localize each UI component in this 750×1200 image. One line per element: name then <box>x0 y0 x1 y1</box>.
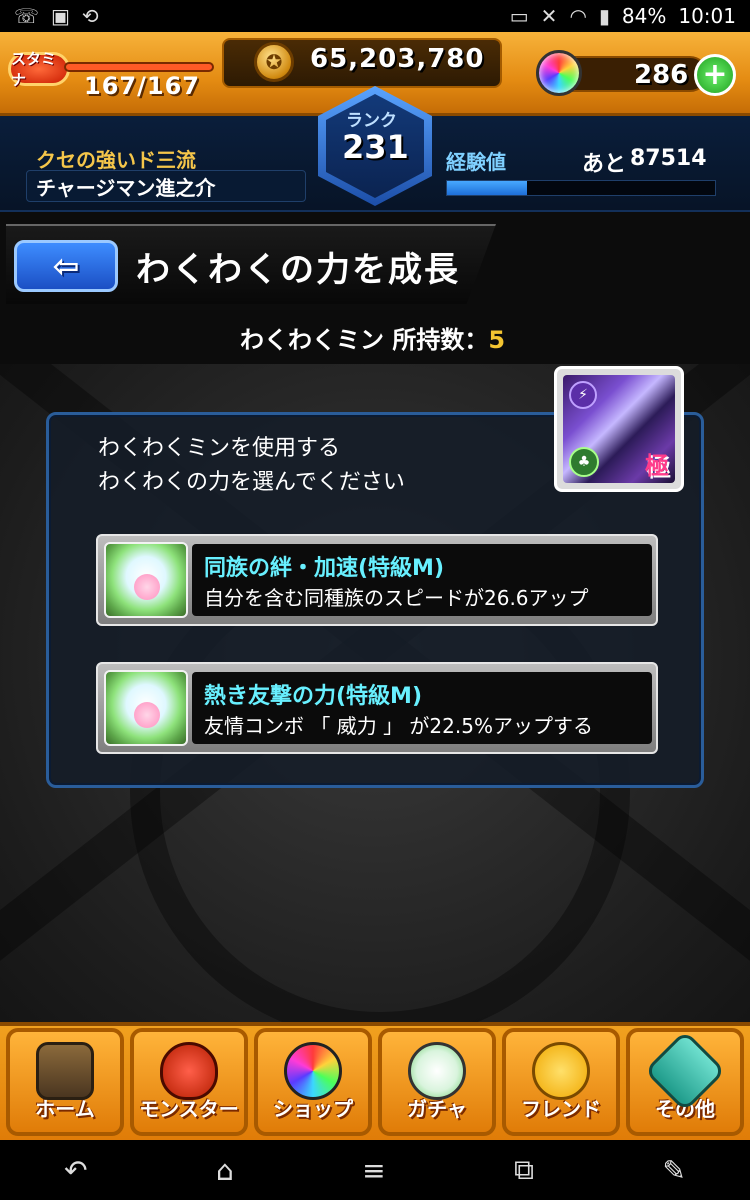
option-description: 自分を含む同種族のスピードが26.6アップ <box>204 586 589 610</box>
dialog-line-2: わくわくの力を選んでください <box>98 470 405 495</box>
screen-rotation-icon: ⟲ <box>81 4 99 28</box>
nav-friend[interactable]: フレンド <box>502 1028 620 1136</box>
player-title: クセの強いド三流 <box>36 148 196 172</box>
item-count: わくわくミン 所持数：5 <box>240 320 505 355</box>
exp-bar-fill <box>447 181 528 195</box>
option-card-2[interactable]: 熱き友撃の力(特級M) 友情コンボ 「 威力 」 が22.5%アップする <box>96 662 658 754</box>
nav-gacha[interactable]: ガチャ <box>378 1028 496 1136</box>
clock-text: 10:01 <box>678 4 736 28</box>
nav-monster[interactable]: モンスター <box>130 1028 248 1136</box>
vr-icon: ▭ <box>509 4 529 28</box>
rank-value: 231 <box>342 128 409 166</box>
gold-coin-icon: ✪ <box>254 42 294 82</box>
nav-home[interactable]: ホーム <box>6 1028 124 1136</box>
monster-rank-kanji: 極 <box>645 452 669 480</box>
stamina-bar <box>64 62 214 72</box>
recent-apps-icon[interactable]: ⧉ <box>514 1153 534 1187</box>
battery-text: 84% <box>621 4 667 28</box>
exp-remaining-label: あと <box>582 152 627 177</box>
exp-bar <box>446 180 716 196</box>
stamina-badge: スタミナ <box>8 50 70 89</box>
signal-icon: ▮ <box>598 4 610 28</box>
dialog-line-1: わくわくミンを使用する <box>98 436 341 461</box>
status-bar: ☏ ▣ ⟲ ▭ ✕ ◠ ▮ 84% 10:01 <box>0 0 750 32</box>
orb-count: 286 <box>634 60 689 90</box>
buy-orb-button[interactable]: + <box>694 54 736 96</box>
menu-icon[interactable]: ≡ <box>362 1154 385 1187</box>
orb-icon[interactable] <box>536 50 582 96</box>
player-name: チャージマン進之介 <box>36 176 216 200</box>
home-icon[interactable]: ⌂ <box>216 1154 234 1187</box>
item-count-label: わくわくミン 所持数： <box>240 326 489 354</box>
stamina-label: スタミナ <box>11 50 57 89</box>
mute-icon: ✕ <box>540 4 558 28</box>
wifi-icon: ◠ <box>569 4 587 28</box>
edit-icon[interactable]: ✎ <box>662 1154 685 1187</box>
wakuwakumin-icon <box>104 670 188 746</box>
option-title: 同族の絆・加速(特級M) <box>204 556 445 581</box>
option-card-1[interactable]: 同族の絆・加速(特級M) 自分を含む同種族のスピードが26.6アップ <box>96 534 658 626</box>
wakuwakumin-icon <box>104 542 188 618</box>
friend-icon <box>532 1042 590 1100</box>
orb-shop-icon <box>284 1042 342 1100</box>
item-count-value: 5 <box>488 326 506 354</box>
option-title: 熱き友撃の力(特級M) <box>204 684 423 709</box>
monster-portrait: ⚡ ♣ 極 <box>563 375 675 483</box>
exp-remaining-value: 87514 <box>630 146 707 171</box>
image-icon: ▣ <box>51 4 70 28</box>
nav-shop[interactable]: ショップ <box>254 1028 372 1136</box>
element-badge-icon: ⚡ <box>569 381 597 409</box>
wifi-calling-icon: ☏ <box>14 4 40 28</box>
option-description: 友情コンボ 「 威力 」 が22.5%アップする <box>204 714 593 738</box>
back-button[interactable]: ⇦ <box>14 240 118 292</box>
stamina-text: 167/167 <box>84 72 200 100</box>
page-title: わくわくの力を成長 <box>136 250 460 290</box>
back-icon[interactable]: ↶ <box>64 1154 87 1187</box>
monster-card[interactable]: ⚡ ♣ 極 <box>554 366 684 492</box>
nav-other[interactable]: その他 <box>626 1028 744 1136</box>
ability-badge-icon: ♣ <box>569 447 599 477</box>
monster-icon <box>160 1042 218 1100</box>
dialog-instructions: わくわくミンを使用する わくわくの力を選んでください <box>98 432 405 500</box>
android-nav-bar: ↶ ⌂ ≡ ⧉ ✎ <box>0 1140 750 1200</box>
home-icon <box>36 1042 94 1100</box>
egg-gacha-icon <box>408 1042 466 1100</box>
exp-label: 経験値 <box>446 150 506 174</box>
gold-value: 65,203,780 <box>310 44 485 74</box>
back-arrow-icon: ⇦ <box>52 247 80 285</box>
